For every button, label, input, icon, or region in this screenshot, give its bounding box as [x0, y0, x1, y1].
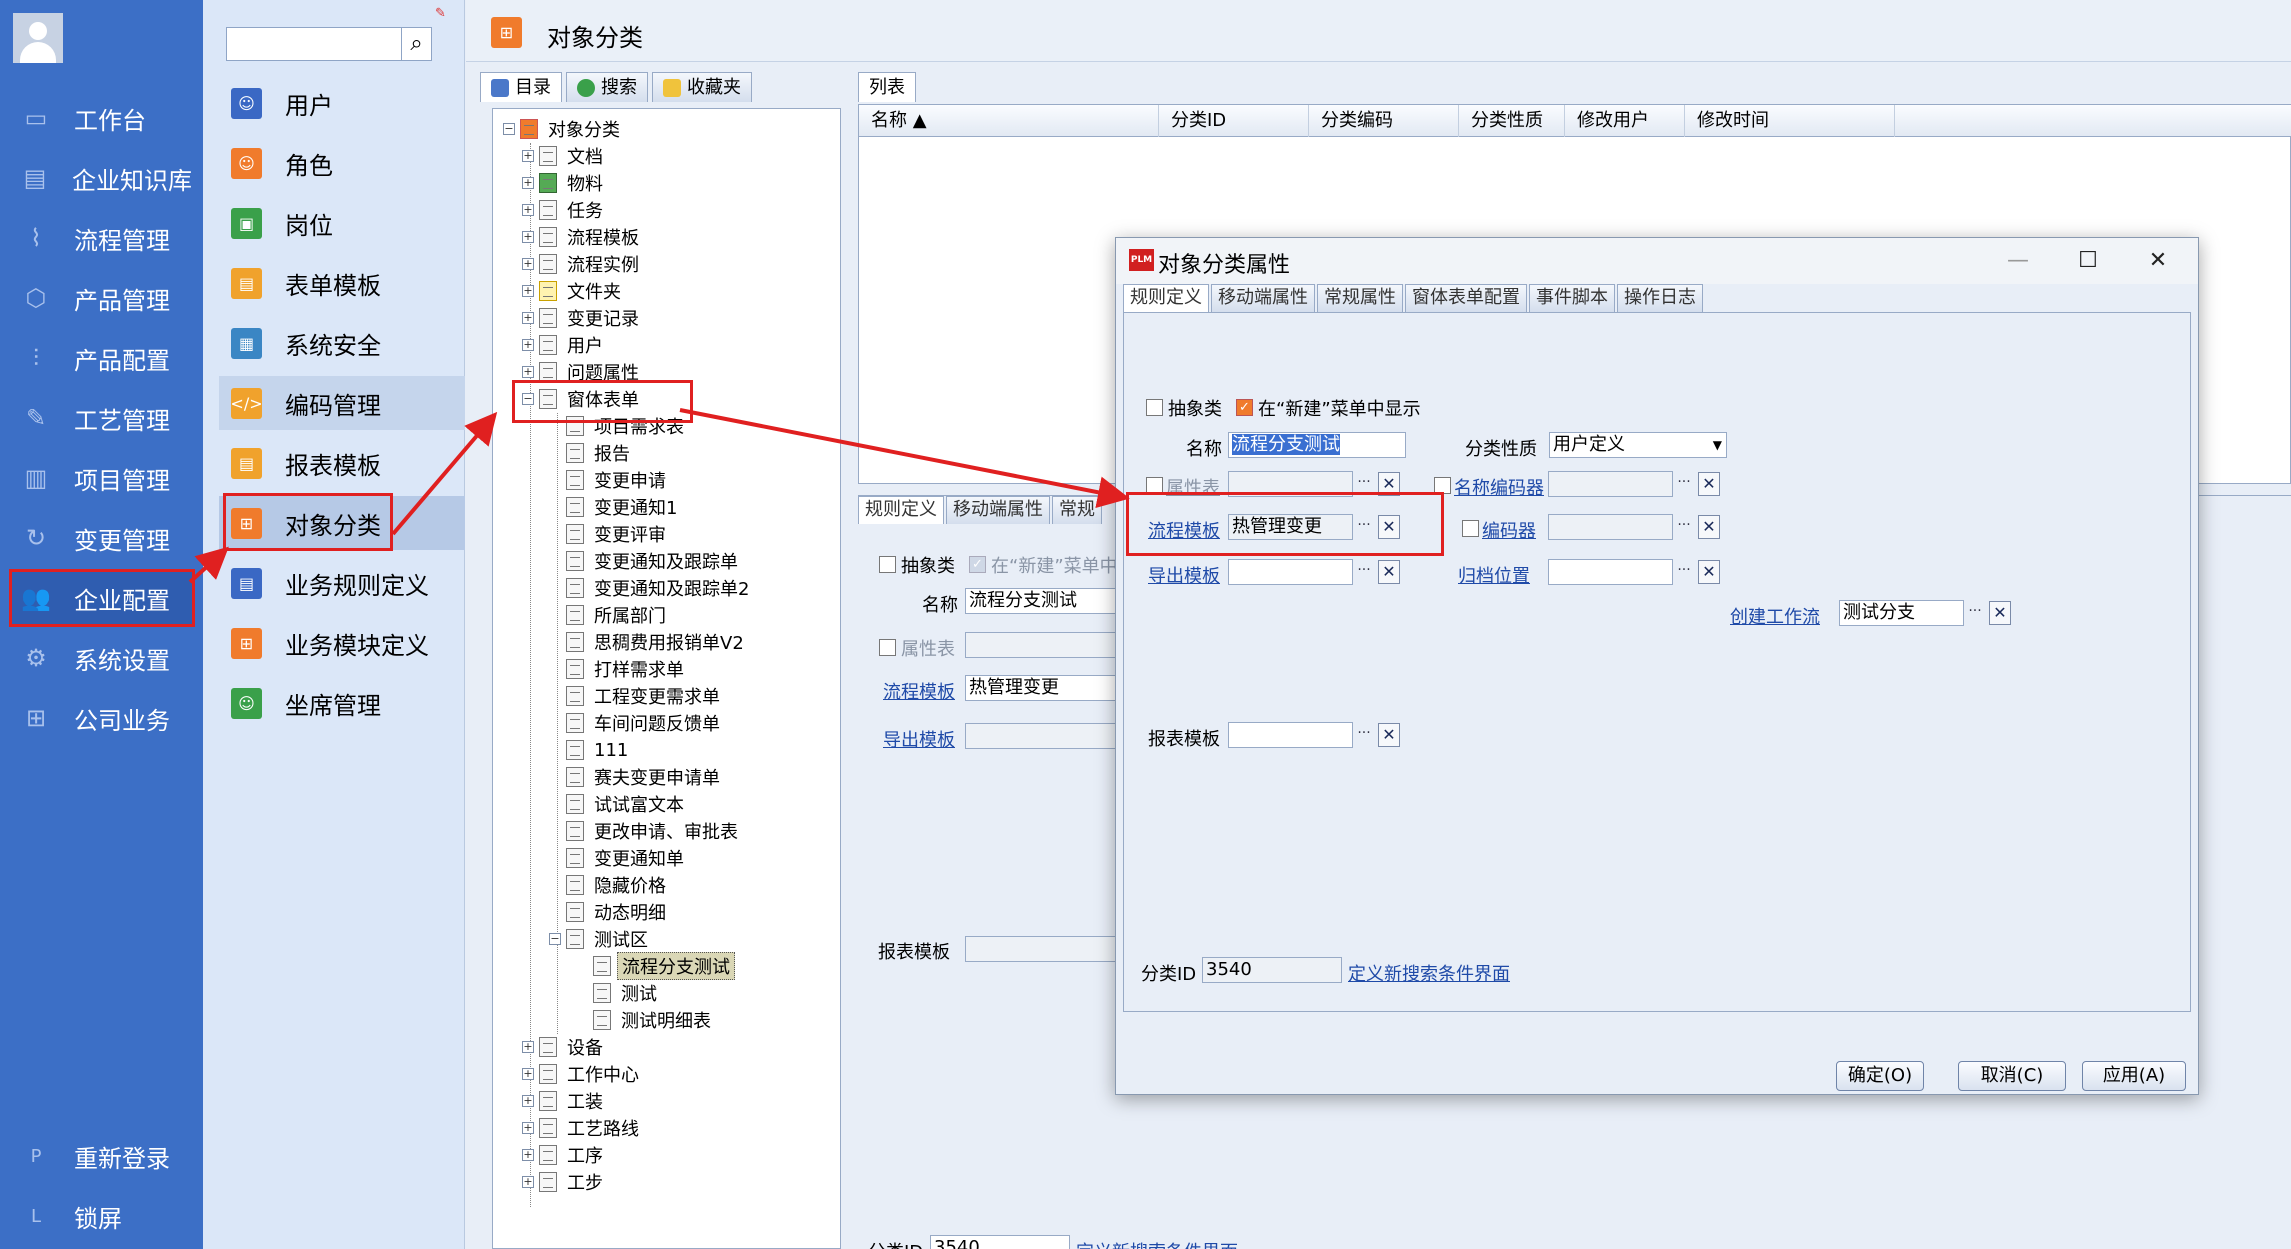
arrow-sub-to-tree: [391, 411, 498, 536]
arrow-tree-to-dialog: [679, 408, 1130, 509]
arrow-nav-to-sub: [188, 546, 229, 584]
annotation-arrows: [188, 408, 1130, 584]
